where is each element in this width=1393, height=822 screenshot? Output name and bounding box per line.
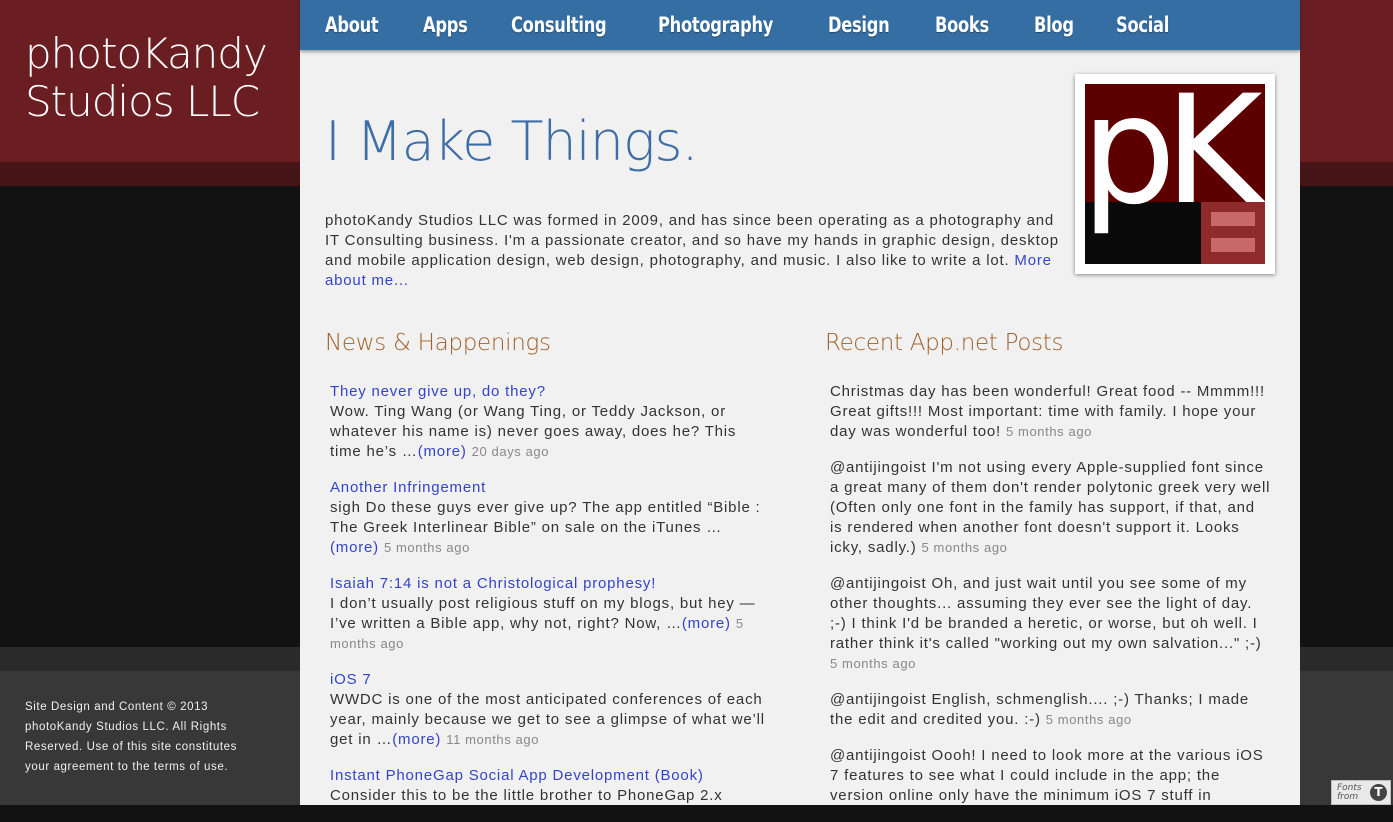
typekit-logo-icon: T <box>1370 784 1387 801</box>
appnet-post: @antijingoist English, schmenglish.... ;… <box>830 690 1272 730</box>
news-item-more-link[interactable]: (more) <box>418 443 467 460</box>
brand-header-shadow <box>0 162 300 186</box>
right-footer-band <box>1300 647 1393 671</box>
appnet-post-age: 5 months ago <box>921 540 1008 555</box>
nav-design[interactable]: Design <box>828 13 890 37</box>
appnet-post: @antijingoist Oooh! I need to look more … <box>830 746 1272 806</box>
site-title-line1[interactable]: photoKandy <box>25 29 268 78</box>
news-heading: News & Happenings <box>325 330 551 356</box>
main-nav: About Apps Consulting Photography Design… <box>300 0 1300 50</box>
news-item: iOS 7 WWDC is one of the most anticipate… <box>330 670 770 750</box>
news-item-age: 11 months ago <box>446 732 540 747</box>
intro-text: photoKandy Studios LLC was formed in 200… <box>325 212 1059 269</box>
appnet-posts-list: Christmas day has been wonderful! Great … <box>830 382 1272 822</box>
news-item-age: 20 days ago <box>471 444 550 459</box>
nav-about[interactable]: About <box>325 13 379 37</box>
news-item-excerpt: Consider this to be the little brother t… <box>330 787 723 804</box>
appnet-post-age: 5 months ago <box>830 656 916 671</box>
news-item-title[interactable]: iOS 7 <box>330 670 770 690</box>
fonts-badge[interactable]: Fonts from T <box>1331 780 1391 805</box>
logo-letters: pK <box>1081 74 1266 238</box>
footer-band <box>0 647 300 671</box>
appnet-post-text: @antijingoist Oh, and just wait until yo… <box>830 575 1262 652</box>
news-item: Another Infringement sigh Do these guys … <box>330 478 770 558</box>
news-item-more-link[interactable]: (more) <box>682 615 731 632</box>
news-item: Instant PhoneGap Social App Development … <box>330 766 770 806</box>
footer-copyright: Site Design and Content © 2013 photoKand… <box>25 701 237 773</box>
news-item-age: 5 months ago <box>383 540 470 555</box>
news-item: Isaiah 7:14 is not a Christological prop… <box>330 574 770 654</box>
appnet-post-text: @antijingoist Oooh! I need to look more … <box>830 747 1264 804</box>
intro-paragraph: photoKandy Studios LLC was formed in 200… <box>325 211 1065 291</box>
nav-photography[interactable]: Photography <box>658 13 773 37</box>
appnet-post: @antijingoist Oh, and just wait until yo… <box>830 574 1272 674</box>
main-content: I Make Things. photoKandy Studios LLC wa… <box>300 50 1300 805</box>
appnet-post-text: @antijingoist I'm not using every Apple-… <box>830 459 1271 556</box>
nav-consulting[interactable]: Consulting <box>511 13 607 37</box>
news-item-more-link[interactable]: (more) <box>330 539 379 556</box>
logo-bar-bottom <box>1211 238 1255 252</box>
appnet-heading: Recent App.net Posts <box>825 330 1064 356</box>
news-item: They never give up, do they? Wow. Ting W… <box>330 382 770 462</box>
news-item-title[interactable]: Instant PhoneGap Social App Development … <box>330 766 770 786</box>
nav-social[interactable]: Social <box>1116 13 1169 37</box>
pk-logo: pK <box>1075 64 1278 274</box>
appnet-post-text: @antijingoist English, schmenglish.... ;… <box>830 691 1250 728</box>
nav-blog[interactable]: Blog <box>1034 13 1074 37</box>
appnet-post-age: 5 months ago <box>1045 712 1132 727</box>
appnet-post: @antijingoist I'm not using every Apple-… <box>830 458 1272 558</box>
fonts-badge-line2: from <box>1337 792 1359 802</box>
appnet-post: Christmas day has been wonderful! Great … <box>830 382 1272 442</box>
news-item-title[interactable]: Isaiah 7:14 is not a Christological prop… <box>330 574 770 594</box>
news-item-title[interactable]: Another Infringement <box>330 478 770 498</box>
appnet-post-age: 5 months ago <box>1006 424 1092 439</box>
site-title[interactable]: photoKandy Studios LLC <box>25 30 295 126</box>
news-item-title[interactable]: They never give up, do they? <box>330 382 770 402</box>
news-item-more-link[interactable]: (more) <box>392 731 441 748</box>
news-list: They never give up, do they? Wow. Ting W… <box>330 382 770 822</box>
site-title-line2[interactable]: Studios LLC <box>25 77 260 126</box>
nav-apps[interactable]: Apps <box>423 13 468 37</box>
right-header-shadow <box>1300 162 1393 186</box>
nav-books[interactable]: Books <box>935 13 989 37</box>
hero-title: I Make Things. <box>325 110 699 173</box>
news-item-excerpt: sigh Do these guys ever give up? The app… <box>330 499 761 536</box>
right-header-band <box>1300 0 1393 162</box>
pk-logo-graphic: pK <box>1081 64 1278 264</box>
